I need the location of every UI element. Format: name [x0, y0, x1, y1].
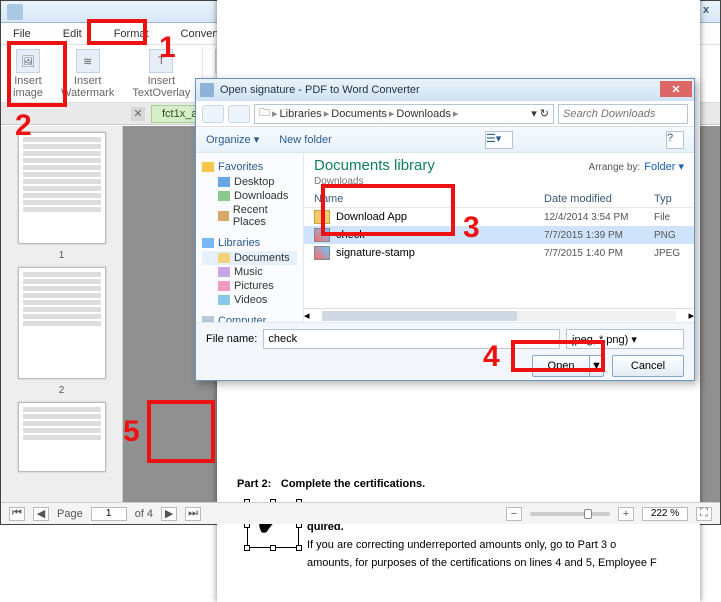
breadcrumb[interactable]: 🗀 ▸Libraries ▸Documents ▸Downloads ▸ ▾ ↻ — [254, 104, 554, 124]
insert-watermark-label: Insert Watermark — [61, 75, 114, 99]
zoom-slider[interactable] — [530, 512, 610, 516]
page-label: Page — [57, 508, 83, 520]
page-last-button[interactable]: ⏭ — [185, 507, 201, 521]
nav-documents[interactable]: Documents — [202, 251, 297, 265]
insert-textoverlay-label: Insert TextOverlay — [132, 75, 190, 99]
help-button[interactable]: ? — [666, 131, 684, 149]
thumbnail-label-1: 1 — [59, 250, 65, 261]
insert-watermark-button[interactable]: ≋ Insert Watermark — [55, 47, 120, 101]
folder-icon — [314, 210, 330, 224]
library-title: Documents library — [314, 157, 435, 174]
menu-format[interactable]: Format — [110, 26, 153, 42]
nav-favorites[interactable]: Favorites — [218, 161, 263, 173]
insert-textoverlay-button[interactable]: T Insert TextOverlay — [126, 47, 196, 101]
open-file-dialog: Open signature - PDF to Word Converter ✕… — [195, 78, 695, 381]
watermark-icon: ≋ — [76, 49, 100, 73]
image-icon: 🖼 — [16, 49, 40, 73]
star-icon — [202, 162, 214, 172]
file-list: Download App 12/4/2014 3:54 PM File chec… — [304, 208, 694, 322]
file-type-filter[interactable]: .jpeg, *.png) ▾ — [566, 329, 684, 349]
thumbnail-page-1[interactable] — [18, 132, 106, 244]
arrange-label: Arrange by: — [589, 162, 641, 173]
search-input[interactable] — [558, 104, 688, 124]
nav-libraries[interactable]: Libraries — [218, 237, 260, 249]
part2-heading: Part 2: — [237, 478, 271, 490]
nav-music[interactable]: Music — [202, 265, 297, 279]
image-file-icon — [314, 246, 330, 260]
thumbnail-panel: 1 2 — [1, 126, 123, 502]
arrange-value[interactable]: Folder ▾ — [644, 160, 684, 173]
page-of-label: of 4 — [135, 508, 153, 520]
page-number-input[interactable] — [91, 507, 127, 521]
status-bar: ⏮ ◀ Page of 4 ▶ ⏭ − + ⛶ — [1, 502, 720, 524]
dialog-close-button[interactable]: ✕ — [660, 81, 692, 97]
zoom-out-button[interactable]: − — [506, 507, 522, 521]
menu-edit[interactable]: Edit — [59, 26, 86, 42]
nav-forward-button[interactable] — [228, 105, 250, 123]
nav-downloads[interactable]: Downloads — [202, 189, 297, 203]
library-subtitle: Downloads — [304, 176, 694, 191]
insert-image-button[interactable]: 🖼 Insert image — [7, 47, 49, 101]
dialog-titlebar: Open signature - PDF to Word Converter ✕ — [196, 79, 694, 101]
dialog-icon — [200, 83, 214, 97]
image-file-icon — [314, 228, 330, 242]
file-row[interactable]: signature-stamp 7/7/2015 1:40 PM JPEG — [304, 244, 694, 262]
nav-tree: Favorites Desktop Downloads Recent Place… — [196, 153, 304, 322]
thumbnail-page-2[interactable] — [18, 267, 106, 379]
textoverlay-icon: T — [149, 49, 173, 73]
breadcrumb-root-icon: 🗀 — [259, 104, 270, 123]
horizontal-scrollbar[interactable]: ◂▸ — [304, 308, 694, 322]
page-prev-button[interactable]: ◀ — [33, 507, 49, 521]
filename-label: File name: — [206, 333, 257, 345]
file-row[interactable]: check 7/7/2015 1:39 PM PNG — [304, 226, 694, 244]
open-button[interactable]: Open▼ — [532, 355, 604, 377]
chevron-down-icon[interactable]: ▼ — [589, 356, 603, 376]
nav-recent[interactable]: Recent Places — [202, 203, 297, 229]
insert-image-label: Insert image — [13, 75, 43, 99]
nav-computer[interactable]: Computer — [218, 315, 266, 322]
app-icon — [7, 4, 23, 20]
zoom-in-button[interactable]: + — [618, 507, 634, 521]
file-columns[interactable]: Name Date modified Typ — [304, 191, 694, 208]
cancel-button[interactable]: Cancel — [612, 355, 684, 377]
new-folder-button[interactable]: New folder — [279, 134, 332, 146]
view-options-button[interactable]: ☰▾ — [485, 131, 513, 149]
filename-input[interactable] — [263, 329, 560, 349]
file-row[interactable]: Download App 12/4/2014 3:54 PM File — [304, 208, 694, 226]
menu-file[interactable]: File — [9, 26, 35, 42]
thumbnail-label-2: 2 — [59, 385, 65, 396]
nav-pictures[interactable]: Pictures — [202, 279, 297, 293]
dialog-title: Open signature - PDF to Word Converter — [220, 84, 420, 96]
page-first-button[interactable]: ⏮ — [9, 507, 25, 521]
nav-desktop[interactable]: Desktop — [202, 175, 297, 189]
page-next-button[interactable]: ▶ — [161, 507, 177, 521]
part2-title: Complete the certifications. — [281, 478, 425, 490]
nav-videos[interactable]: Videos — [202, 293, 297, 307]
tab-close-icon[interactable]: ✕ — [131, 107, 145, 121]
zoom-value-input[interactable] — [642, 507, 688, 521]
fullscreen-button[interactable]: ⛶ — [696, 507, 712, 521]
library-icon — [202, 238, 214, 248]
organize-button[interactable]: Organize ▾ — [206, 133, 259, 146]
thumbnail-page-3[interactable] — [18, 402, 106, 472]
nav-back-button[interactable] — [202, 105, 224, 123]
